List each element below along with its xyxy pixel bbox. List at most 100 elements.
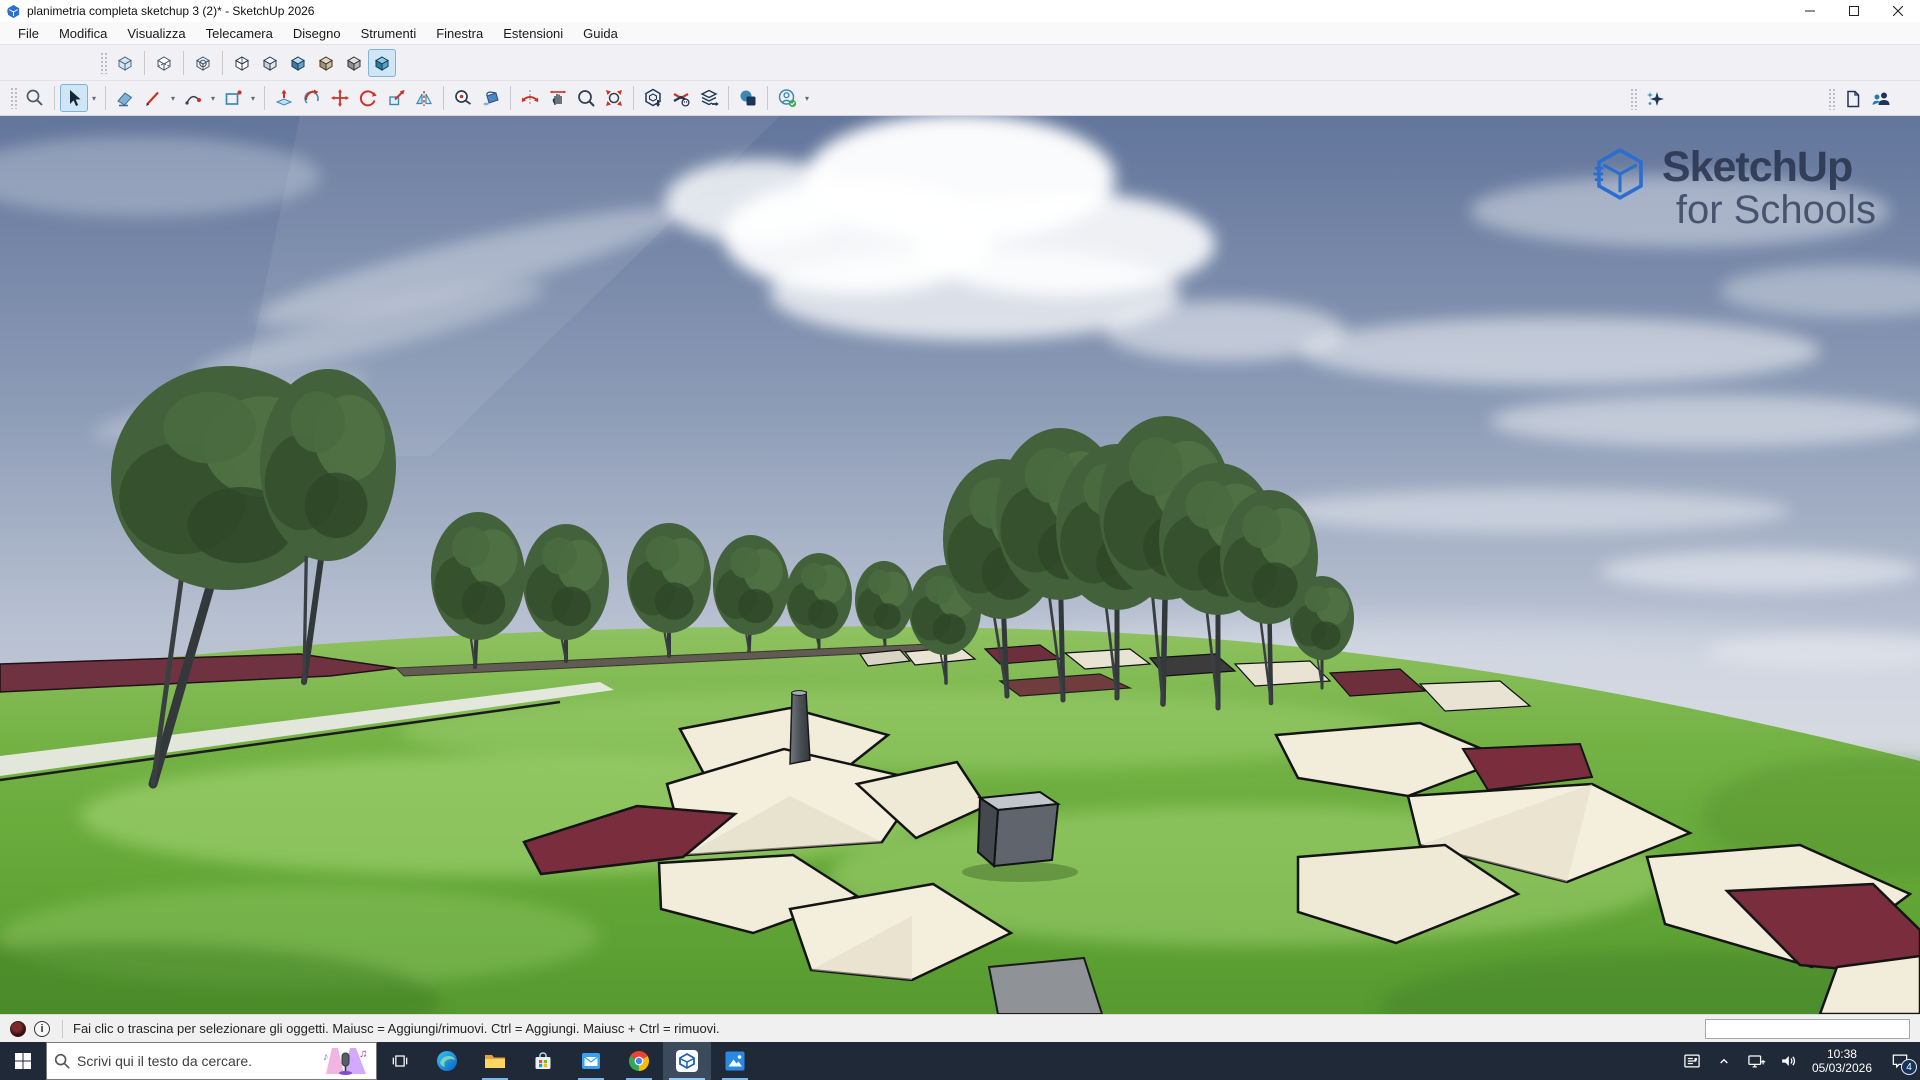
rectangle-icon[interactable] xyxy=(219,84,247,112)
extension-warehouse-icon[interactable] xyxy=(667,84,695,112)
menu-finestra[interactable]: Finestra xyxy=(426,24,493,43)
toolbar-grip[interactable] xyxy=(100,52,107,74)
rotate-icon[interactable] xyxy=(354,84,382,112)
eraser-icon[interactable] xyxy=(111,84,139,112)
menu-telecamera[interactable]: Telecamera xyxy=(196,24,283,43)
menu-file[interactable]: File xyxy=(8,24,49,43)
menu-strumenti[interactable]: Strumenti xyxy=(351,24,427,43)
search-input[interactable] xyxy=(77,1053,316,1069)
hidden-icons-chevron-icon[interactable] xyxy=(1708,1042,1740,1080)
viewport-3d[interactable]: SketchUp for Schools xyxy=(0,116,1920,1014)
taskbar-app-explorer[interactable] xyxy=(471,1042,519,1080)
search-icon xyxy=(53,1052,71,1070)
menu-guida[interactable]: Guida xyxy=(573,24,628,43)
account-icon[interactable] xyxy=(773,84,801,112)
taskbar-search[interactable]: ♪ ♫ xyxy=(46,1042,377,1080)
taskbar-app-store[interactable] xyxy=(519,1042,567,1080)
zoom-icon[interactable] xyxy=(572,84,600,112)
pan-icon[interactable] xyxy=(544,84,572,112)
current-style-cube-icon[interactable] xyxy=(368,49,396,77)
wireframe-cube-icon[interactable] xyxy=(189,49,217,77)
clock-time: 10:38 xyxy=(1812,1047,1872,1061)
explorer-icon xyxy=(483,1049,507,1073)
menu-disegno[interactable]: Disegno xyxy=(283,24,351,43)
taskbar-app-mail[interactable] xyxy=(567,1042,615,1080)
menu-visualizza[interactable]: Visualizza xyxy=(117,24,195,43)
gray-slab xyxy=(989,958,1102,1014)
taskbar-clock[interactable]: 10:38 05/03/2026 xyxy=(1804,1047,1880,1075)
taskbar-app-photos[interactable] xyxy=(711,1042,759,1080)
arc-icon[interactable] xyxy=(179,84,207,112)
sketchup-logo-icon xyxy=(6,4,21,19)
toolbar-separator xyxy=(264,86,265,110)
components-icon[interactable] xyxy=(734,84,762,112)
menu-modifica[interactable]: Modifica xyxy=(49,24,117,43)
orbit-icon[interactable] xyxy=(516,84,544,112)
taskbar-app-sketchup[interactable] xyxy=(663,1042,711,1080)
new-document-icon[interactable] xyxy=(1839,85,1867,113)
paint-bucket-icon[interactable] xyxy=(477,84,505,112)
network-icon[interactable] xyxy=(1740,1042,1772,1080)
shaded-cube-icon[interactable] xyxy=(256,49,284,77)
shaded-textures-cube-icon[interactable] xyxy=(284,49,312,77)
titlebar: planimetria completa sketchup 3 (2)* - S… xyxy=(0,0,1920,22)
ai-sparkle-icon[interactable] xyxy=(1641,85,1669,113)
widgets-icon[interactable] xyxy=(1676,1042,1708,1080)
zoom-tools-icon[interactable] xyxy=(21,84,49,112)
hidden-line-cube-icon[interactable] xyxy=(228,49,256,77)
geolocation-icon[interactable] xyxy=(10,1021,26,1037)
toolbar-grip[interactable] xyxy=(1630,88,1637,110)
textured-cube-icon[interactable] xyxy=(312,49,340,77)
toolbar-separator xyxy=(767,86,768,110)
toolbar-separator xyxy=(144,51,145,75)
toolbar-separator xyxy=(54,86,55,110)
flip-icon[interactable] xyxy=(410,84,438,112)
offset-icon[interactable] xyxy=(298,84,326,112)
rectangle-dropdown-chevron-icon[interactable]: ▾ xyxy=(247,84,259,112)
collaborators-icon[interactable] xyxy=(1867,85,1895,113)
taskbar-app-edge[interactable] xyxy=(423,1042,471,1080)
menu-estensioni[interactable]: Estensioni xyxy=(493,24,573,43)
line-icon[interactable] xyxy=(139,84,167,112)
toolbar-separator xyxy=(510,86,511,110)
zoom-extents-icon[interactable] xyxy=(600,84,628,112)
main-toolbar: ▾ ▾ ▾ ▾ xyxy=(0,81,1920,116)
push-pull-icon[interactable] xyxy=(270,84,298,112)
account-dropdown-chevron-icon[interactable]: ▾ xyxy=(801,84,813,112)
store-icon xyxy=(531,1049,555,1073)
notifications-icon[interactable]: 4 xyxy=(1880,1042,1920,1080)
sketchup-icon xyxy=(674,1048,700,1074)
back-edges-cube-icon[interactable] xyxy=(150,49,178,77)
toolbar-separator xyxy=(105,86,106,110)
line-dropdown-chevron-icon[interactable]: ▾ xyxy=(167,84,179,112)
maximize-icon[interactable] xyxy=(1832,0,1876,22)
close-icon[interactable] xyxy=(1876,0,1920,22)
publish-layers-icon[interactable] xyxy=(695,84,723,112)
scene-3d-model xyxy=(0,116,1920,1014)
select-dropdown-chevron-icon[interactable]: ▾ xyxy=(88,84,100,112)
arc-dropdown-chevron-icon[interactable]: ▾ xyxy=(207,84,219,112)
toolbar-separator xyxy=(222,51,223,75)
task-view-icon[interactable] xyxy=(377,1042,423,1080)
taskbar-app-chrome[interactable] xyxy=(615,1042,663,1080)
select-icon[interactable] xyxy=(60,84,88,112)
scale-icon[interactable] xyxy=(382,84,410,112)
info-icon[interactable]: i xyxy=(34,1021,50,1037)
monochrome-cube-icon[interactable] xyxy=(340,49,368,77)
toolbar-separator xyxy=(728,86,729,110)
styles-toolbar xyxy=(0,45,1920,81)
toolbar-separator xyxy=(183,51,184,75)
edge-icon xyxy=(435,1049,459,1073)
minimize-icon[interactable] xyxy=(1788,0,1832,22)
measurements-input[interactable] xyxy=(1705,1019,1910,1039)
tape-measure-icon[interactable] xyxy=(449,84,477,112)
x-ray-cube-icon[interactable] xyxy=(111,49,139,77)
move-icon[interactable] xyxy=(326,84,354,112)
toolbar-grip[interactable] xyxy=(10,87,17,109)
volume-icon[interactable] xyxy=(1772,1042,1804,1080)
start-icon[interactable] xyxy=(0,1042,46,1080)
warehouse-download-icon[interactable] xyxy=(639,84,667,112)
chrome-icon xyxy=(627,1049,651,1073)
file-share-toolbar xyxy=(1826,84,1895,114)
toolbar-grip[interactable] xyxy=(1828,88,1835,110)
